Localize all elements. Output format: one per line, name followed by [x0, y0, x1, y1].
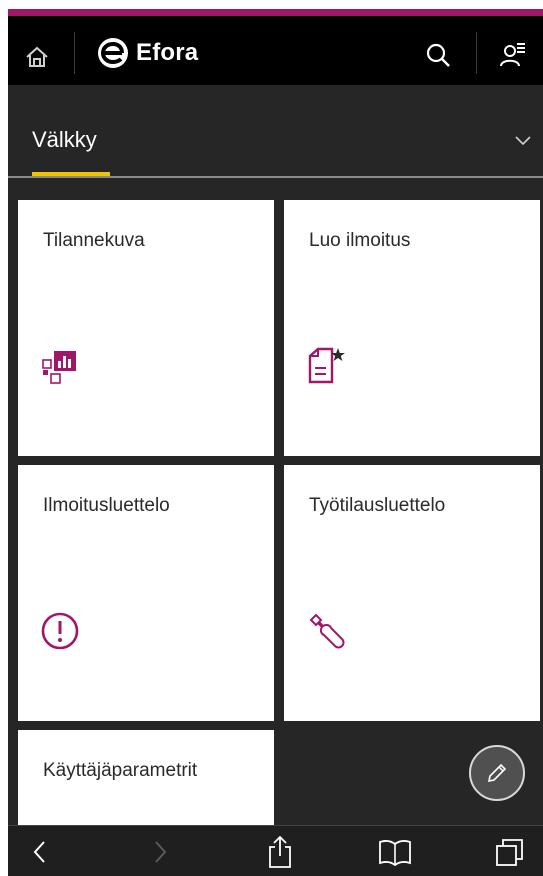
tile-label: Tilannekuva [43, 230, 145, 251]
tile-label: Ilmoitusluettelo [43, 495, 170, 516]
wrench-icon [309, 613, 345, 649]
group-header[interactable]: Välkky [8, 85, 543, 178]
home-icon [26, 46, 48, 67]
share-icon [269, 835, 291, 868]
tile-ilmoitusluettelo[interactable]: Ilmoitusluettelo [18, 465, 274, 721]
tile-label: Käyttäjäparametrit [43, 760, 198, 781]
efora-logo[interactable]: Efora [96, 32, 198, 74]
home-button[interactable] [12, 36, 62, 78]
pencil-icon [487, 763, 507, 783]
search-button[interactable] [418, 34, 458, 76]
forward-icon [155, 841, 167, 863]
tile-label: Luo ilmoitus [309, 230, 411, 251]
forward-button[interactable] [138, 832, 182, 872]
user-menu-button[interactable] [493, 34, 533, 76]
alert-circle-icon [41, 612, 79, 650]
tile-kayttajaparametrit[interactable]: Käyttäjäparametrit [18, 730, 274, 825]
tile-luo-ilmoitus[interactable]: Luo ilmoitus [284, 200, 540, 456]
create-notification-icon [308, 347, 345, 384]
tabs-button[interactable] [488, 832, 532, 872]
bookmarks-icon [379, 840, 411, 866]
launchpad: Välkky Tilannekuva Luo ilmoitus Ilmoitus… [8, 85, 543, 825]
tile-label: Työtilausluettelo [309, 495, 446, 516]
dashboard-chart-icon [42, 351, 76, 384]
divider [476, 32, 477, 74]
efora-logo-icon [98, 38, 128, 68]
chevron-down-icon[interactable] [513, 133, 533, 147]
user-menu-icon [500, 43, 525, 67]
group-title: Välkky [32, 127, 97, 152]
edit-button[interactable] [469, 745, 525, 801]
share-button[interactable] [258, 832, 302, 872]
tile-tilannekuva[interactable]: Tilannekuva [18, 200, 274, 456]
browser-toolbar [8, 825, 543, 876]
divider [74, 32, 75, 74]
app-name: Efora [136, 39, 199, 66]
tile-tyotilausluettelo[interactable]: Työtilausluettelo [284, 465, 540, 721]
group-tab-indicator [32, 172, 110, 176]
tabs-icon [496, 839, 523, 866]
bookmarks-button[interactable] [373, 832, 417, 872]
back-button[interactable] [18, 832, 62, 872]
search-icon [426, 43, 450, 67]
app-header: Efora [8, 9, 543, 85]
back-icon [33, 841, 45, 863]
